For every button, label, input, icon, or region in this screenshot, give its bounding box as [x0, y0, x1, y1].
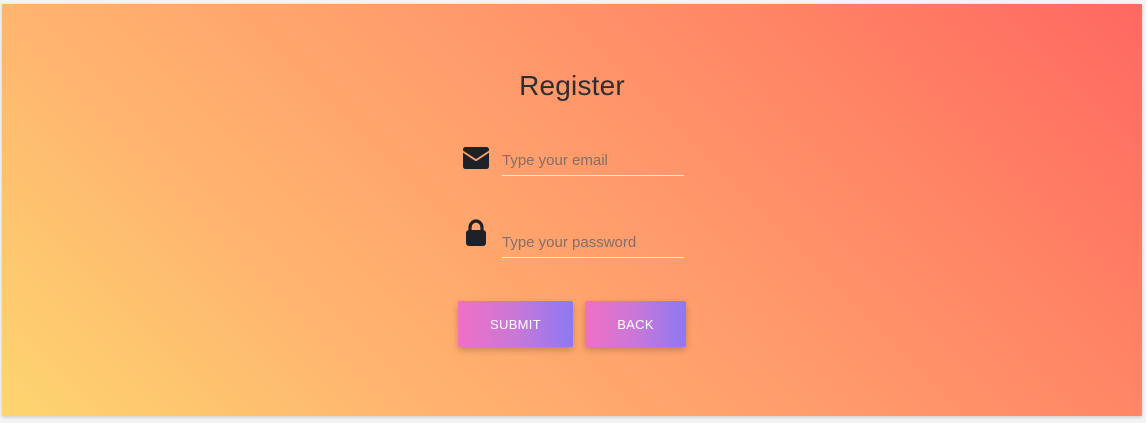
envelope-icon [463, 147, 489, 169]
page-title: Register [519, 70, 625, 101]
page-root: Register SUBMIT BACK [0, 0, 1146, 423]
password-field-row [460, 217, 690, 258]
email-field-row [460, 140, 690, 180]
password-field[interactable] [502, 228, 684, 258]
lock-icon [466, 219, 486, 246]
submit-button[interactable]: SUBMIT [458, 301, 573, 347]
email-field[interactable] [502, 146, 684, 176]
register-card: Register SUBMIT BACK [2, 4, 1142, 416]
back-button[interactable]: BACK [585, 301, 686, 347]
